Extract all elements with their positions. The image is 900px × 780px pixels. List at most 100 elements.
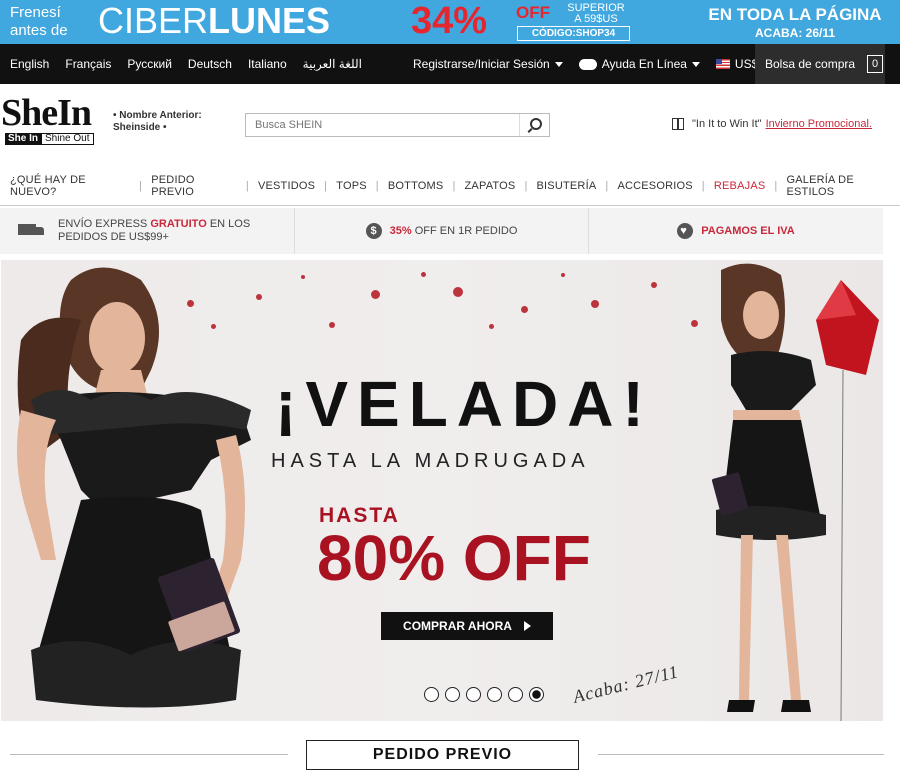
category-separator: | — [774, 179, 778, 192]
model-right-image — [712, 263, 879, 721]
vat-text: PAGAMOS EL IVA — [701, 225, 795, 237]
category-pre-order[interactable]: PEDIDO PREVIO — [151, 174, 237, 198]
language-italian[interactable]: Italiano — [248, 57, 287, 71]
category-shoes[interactable]: ZAPATOS — [465, 180, 516, 192]
category-separator: | — [324, 179, 328, 192]
carousel-dot[interactable] — [445, 687, 460, 702]
language-french[interactable]: Français — [65, 57, 111, 71]
winter-promo: "In It to Win It" Invierno Promocional. — [672, 118, 872, 130]
confetti-dot — [651, 282, 657, 288]
logo-tagline: She In Shine Out — [5, 133, 106, 145]
category-separator: | — [375, 179, 379, 192]
shop-now-button[interactable]: COMPRAR AHORA — [381, 612, 553, 640]
login-dropdown[interactable]: Registrarse/Iniciar Sesión — [413, 57, 563, 71]
carousel-dot-active[interactable] — [529, 687, 544, 702]
shipping-free: GRATUITO — [150, 218, 207, 230]
confetti-dot — [421, 272, 426, 277]
category-whats-new[interactable]: ¿QUÉ HAY DE NUEVO? — [10, 174, 130, 198]
pre-order-section-header: PEDIDO PREVIO — [0, 738, 900, 772]
carousel-dot[interactable] — [487, 687, 502, 702]
shein-logo[interactable]: SheIn She In Shine Out — [1, 94, 106, 148]
discount-percent: 35% — [389, 225, 412, 237]
shipping-pre: ENVÍO EXPRESS — [58, 218, 148, 230]
gift-icon — [672, 118, 684, 130]
promo-intro-line2: antes de — [10, 22, 68, 39]
logo-tag-right: Shine Out — [41, 133, 94, 145]
shipping-line2: PEDIDOS DE US$99+ — [58, 231, 169, 243]
category-separator: | — [245, 179, 249, 192]
promo-intro-line1: Frenesí — [10, 4, 61, 21]
former-name-note: • Nombre Anterior: Sheinside • — [113, 110, 202, 134]
category-menu: ¿QUÉ HAY DE NUEVO? | PEDIDO PREVIO | VESTI… — [0, 166, 900, 206]
site-header: SheIn She In Shine Out • Nombre Anterior… — [0, 84, 900, 166]
shopping-bag-button[interactable]: Bolsa de compra 0 — [755, 44, 885, 84]
confetti-dot — [371, 290, 380, 299]
account-menu: Registrarse/Iniciar Sesión Ayuda En Líne… — [413, 44, 787, 84]
language-german[interactable]: Deutsch — [188, 57, 232, 71]
bag-count-badge: 0 — [867, 55, 884, 73]
truck-icon — [18, 224, 46, 238]
confetti-dot — [561, 273, 565, 277]
top-navigation: English Français Русский Deutsch Italian… — [0, 44, 900, 84]
bag-label: Bolsa de compra — [765, 57, 856, 71]
section-title[interactable]: PEDIDO PREVIO — [306, 740, 579, 770]
former-name-line1: • Nombre Anterior: — [113, 110, 202, 121]
category-dresses[interactable]: VESTIDOS — [258, 180, 315, 192]
promo-scope-line2: ACABA: 26/11 — [754, 26, 836, 40]
category-tops[interactable]: TOPS — [336, 180, 367, 192]
search-icon[interactable] — [519, 114, 549, 136]
promo-off: OFF — [516, 3, 550, 22]
category-sale[interactable]: REBAJAS — [714, 180, 766, 192]
vat-feature[interactable]: PAGAMOS EL IVA — [589, 208, 883, 254]
promo-intro: Frenesí antes de — [10, 4, 68, 40]
confetti-dot — [329, 322, 335, 328]
logo-wordmark: SheIn — [1, 92, 92, 134]
language-russian[interactable]: Русский — [127, 57, 172, 71]
language-list: English Français Русский Deutsch Italian… — [10, 44, 378, 84]
dollar-icon: $ — [365, 223, 382, 239]
confetti-dot — [489, 324, 494, 329]
search-bar — [245, 113, 550, 137]
carousel-dots — [424, 687, 550, 702]
language-arabic[interactable]: اللغة العربية — [303, 57, 362, 71]
promo-title-light: CIBER — [98, 0, 209, 41]
chat-bubble-icon — [578, 58, 597, 70]
category-jewelry[interactable]: BISUTERÍA — [537, 180, 597, 192]
category-accessories[interactable]: ACCESORIOS — [617, 180, 692, 192]
promo-code: CÓDIGO:SHOP34 — [517, 26, 630, 41]
us-flag-icon — [715, 59, 730, 69]
promo-superior-amount: A 59$US — [574, 13, 618, 25]
carousel-dot[interactable] — [424, 687, 439, 702]
former-name-line2: Sheinside • — [113, 122, 167, 133]
free-shipping-text: ENVÍO EXPRESS GRATUITO EN LOS PEDIDOS DE… — [58, 218, 250, 244]
category-separator: | — [524, 179, 528, 192]
features-strip: ENVÍO EXPRESS GRATUITO EN LOS PEDIDOS DE… — [0, 208, 883, 254]
confetti-dot — [453, 287, 463, 297]
winter-promo-text: "In It to Win It" — [692, 118, 762, 130]
free-shipping-feature[interactable]: ENVÍO EXPRESS GRATUITO EN LOS PEDIDOS DE… — [0, 208, 295, 254]
language-english[interactable]: English — [10, 57, 49, 71]
hero-subtitle: HASTA LA MADRUGADA — [271, 450, 590, 472]
section-divider — [10, 754, 288, 755]
confetti-dot — [591, 300, 599, 308]
carousel-dot[interactable] — [466, 687, 481, 702]
search-input[interactable] — [246, 114, 516, 136]
category-bottoms[interactable]: BOTTOMS — [388, 180, 444, 192]
first-order-discount[interactable]: $ 35% OFF EN 1R PEDIDO — [295, 208, 589, 254]
hero-discount: 80% OFF — [317, 522, 591, 594]
help-dropdown[interactable]: Ayuda En Línea — [578, 57, 700, 71]
confetti-dot — [301, 275, 305, 279]
promo-banner[interactable]: Frenesí antes de CIBERLUNES 34% OFF SUPE… — [0, 0, 900, 44]
shipping-post: EN LOS — [209, 218, 251, 230]
category-style-gallery[interactable]: GALERÍA DE ESTILOS — [786, 174, 900, 198]
promo-percent: 34% — [411, 0, 488, 42]
winter-promo-link[interactable]: Invierno Promocional. — [766, 118, 872, 130]
promo-title-bold: LUNES — [208, 0, 331, 41]
login-label: Registrarse/Iniciar Sesión — [413, 57, 550, 71]
hero-banner[interactable]: ¡VELADA! HASTA LA MADRUGADA HASTA 80% OF… — [1, 260, 883, 721]
confetti-dot — [521, 306, 528, 313]
chevron-down-icon — [554, 61, 563, 67]
category-separator: | — [701, 179, 705, 192]
logo-tag-left: She In — [5, 133, 42, 145]
carousel-dot[interactable] — [508, 687, 523, 702]
